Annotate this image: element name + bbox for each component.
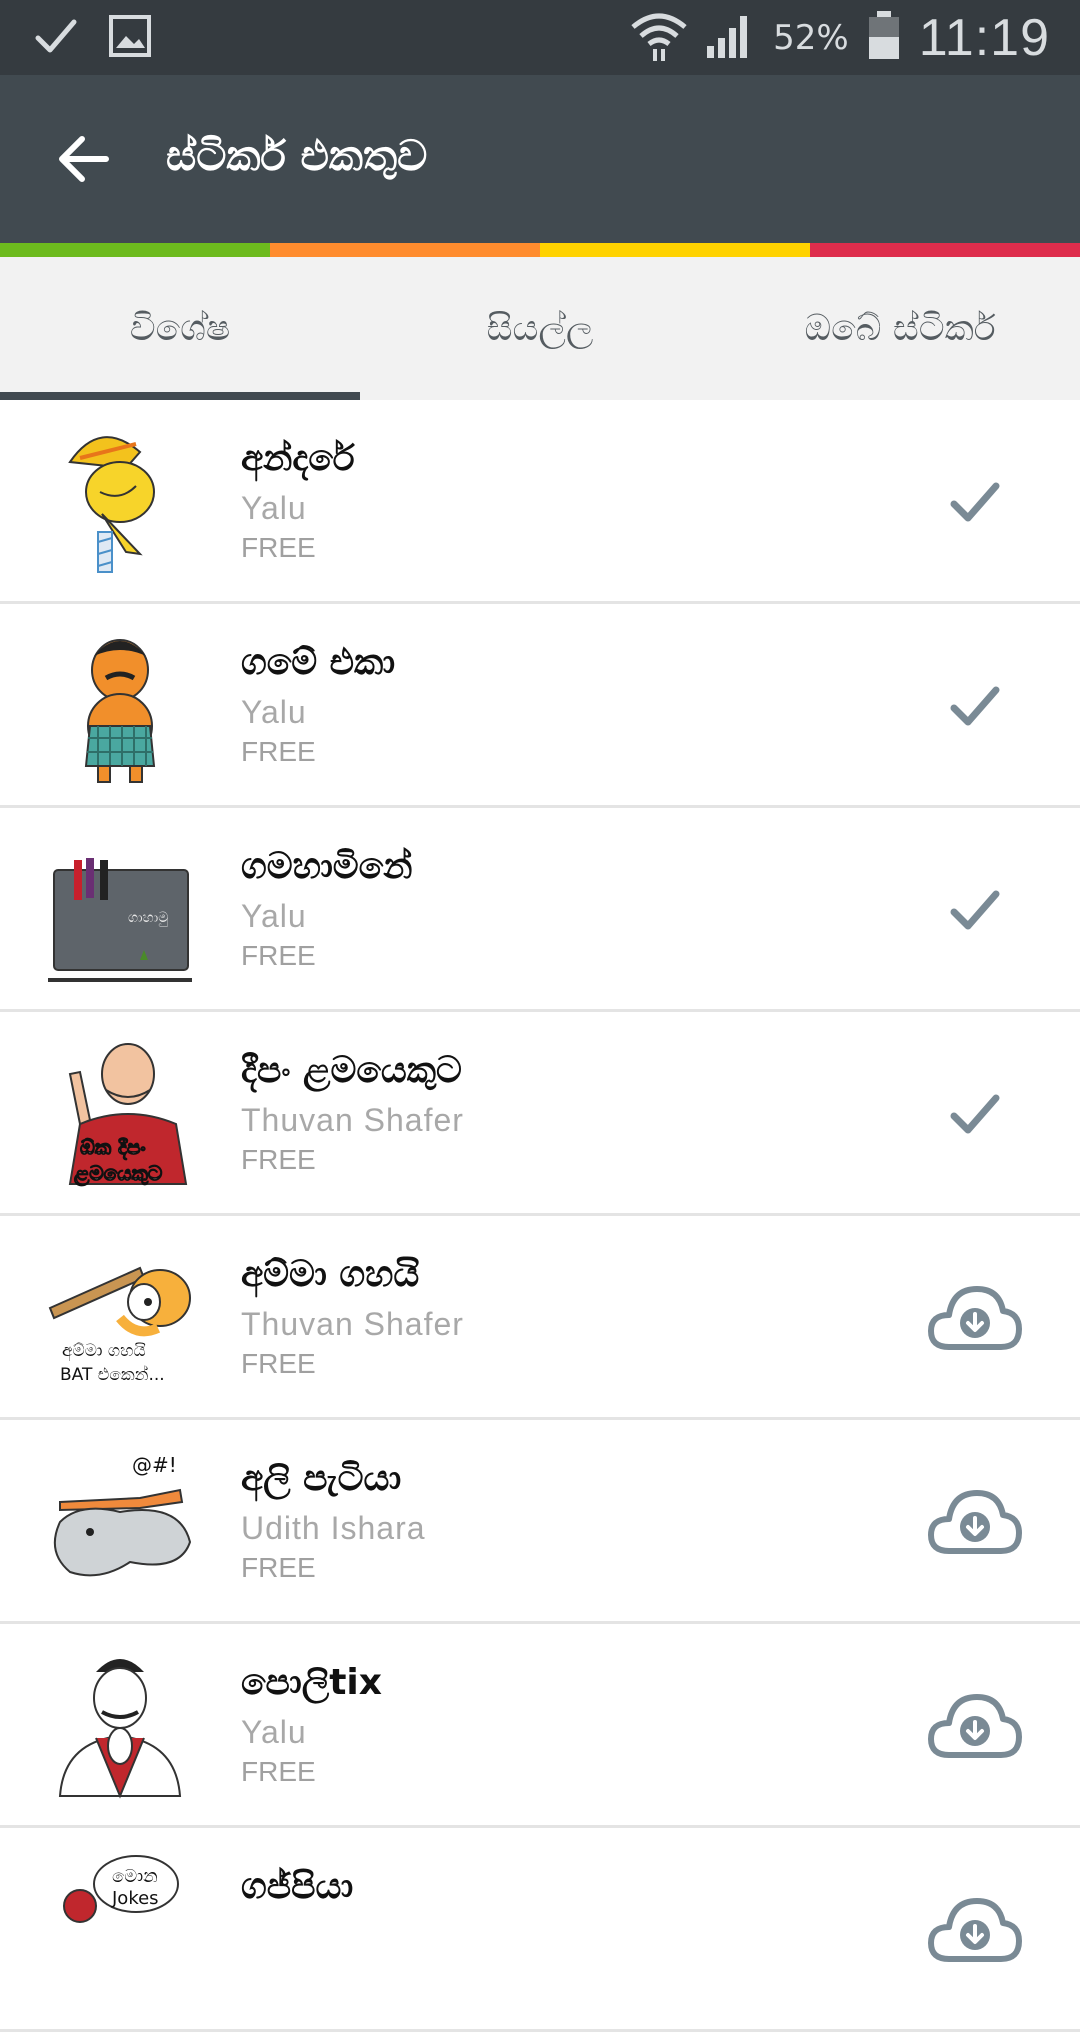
- list-item[interactable]: ඕක දීපං ළමයෙකුට දීපං ළමයෙකුට Thuvan Shaf…: [0, 1012, 1080, 1216]
- list-item[interactable]: ගමේ එකා Yalu FREE: [0, 604, 1080, 808]
- tab-your-stickers[interactable]: ඔබේ ස්ටිකර්: [720, 257, 1080, 400]
- cloud-download-icon: [928, 1286, 1022, 1350]
- signal-icon: [705, 12, 755, 64]
- sticker-caption-line1: අම්මා ගහයි: [62, 1341, 146, 1362]
- sticker-caption-line1: මොන: [112, 1866, 158, 1887]
- download-button[interactable]: [920, 1268, 1030, 1368]
- sticker-caption-line2: ළමයෙකුට: [74, 1161, 162, 1187]
- sticker-price: FREE: [241, 1348, 316, 1379]
- sticker-price: FREE: [241, 940, 316, 971]
- installed-indicator: [920, 860, 1030, 960]
- sticker-caption: @#!: [132, 1453, 177, 1477]
- sticker-name: අලි පැටියා: [241, 1458, 402, 1499]
- sticker-name: ගමේ එකා: [241, 642, 396, 683]
- sticker-thumbnail: [40, 422, 200, 582]
- sticker-author: Thuvan Shafer: [241, 1102, 464, 1138]
- checkmark-icon: [950, 1094, 1000, 1134]
- tab-featured[interactable]: විශේෂ: [0, 257, 360, 400]
- sticker-thumbnail: මොන Jokes: [40, 1850, 200, 2010]
- sticker-author: Yalu: [241, 898, 307, 934]
- battery-percent: 52%: [773, 17, 849, 58]
- sticker-author: Thuvan Shafer: [241, 1306, 464, 1342]
- tab-all[interactable]: සියල්ල: [360, 257, 720, 400]
- checkmark-icon: [950, 890, 1000, 930]
- download-button[interactable]: [920, 1880, 1030, 1980]
- back-button[interactable]: [52, 127, 116, 191]
- cloud-download-icon: [928, 1694, 1022, 1758]
- sticker-price: FREE: [241, 1552, 316, 1583]
- status-bar: 52% 11:19: [0, 0, 1080, 75]
- sticker-caption-line2: BAT එකෙන්...: [60, 1365, 165, 1385]
- sticker-thumbnail: ගාහාමු: [40, 830, 200, 990]
- list-item[interactable]: අන්දරේ Yalu FREE: [0, 400, 1080, 604]
- color-strip-segment-red: [810, 243, 1080, 257]
- tab-bar: විශේෂ සියල්ල ඔබේ ස්ටිකර්: [0, 257, 1080, 400]
- installed-indicator: [920, 1064, 1030, 1164]
- bag-label: ගාහාමු: [128, 910, 168, 927]
- sticker-caption-line2: Jokes: [111, 1888, 159, 1909]
- sticker-thumbnail: [40, 626, 200, 786]
- page-title: ස්ටිකර් එකතුව: [166, 131, 428, 180]
- color-strip-segment-yellow: [540, 243, 810, 257]
- sticker-author: Yalu: [241, 1714, 307, 1750]
- clock: 11:19: [918, 8, 1050, 67]
- sticker-author: Udith Ishara: [241, 1510, 426, 1546]
- sticker-name: පොලිtix: [241, 1662, 382, 1703]
- image-icon: [108, 14, 152, 62]
- sticker-list: අන්දරේ Yalu FREE ගමේ එකා Yalu FREE ගාහාම…: [0, 400, 1080, 2032]
- download-button[interactable]: [920, 1472, 1030, 1572]
- cloud-download-icon: [928, 1490, 1022, 1554]
- color-strip: [0, 243, 1080, 257]
- sticker-author: Yalu: [241, 490, 307, 526]
- sticker-name: ගජ්පියා: [241, 1866, 354, 1907]
- sticker-name: ගමහාමිනේ: [241, 846, 413, 887]
- sticker-name: අන්දරේ: [241, 438, 355, 479]
- sticker-author: Yalu: [241, 694, 307, 730]
- list-item[interactable]: මොන Jokes ගජ්පියා: [0, 1828, 1080, 2032]
- sticker-name: දීපං ළමයෙකුට: [241, 1050, 462, 1091]
- list-item[interactable]: පොලිtix Yalu FREE: [0, 1624, 1080, 1828]
- sticker-price: FREE: [241, 736, 316, 767]
- sticker-thumbnail: [40, 1646, 200, 1806]
- sticker-thumbnail: ඕක දීපං ළමයෙකුට: [40, 1034, 200, 1194]
- sticker-price: FREE: [241, 1756, 316, 1787]
- cloud-download-icon: [928, 1898, 1022, 1962]
- color-strip-segment-green: [0, 243, 270, 257]
- battery-icon: [867, 10, 901, 65]
- list-item[interactable]: @#! අලි පැටියා Udith Ishara FREE: [0, 1420, 1080, 1624]
- installed-indicator: [920, 452, 1030, 552]
- list-item[interactable]: අම්මා ගහයි BAT එකෙන්... අම්මා ගහයි Thuva…: [0, 1216, 1080, 1420]
- installed-indicator: [920, 656, 1030, 756]
- app-bar: ස්ටිකර් එකතුව: [0, 75, 1080, 243]
- back-arrow-icon: [59, 136, 109, 182]
- check-icon: [34, 14, 78, 62]
- checkmark-icon: [950, 686, 1000, 726]
- list-item[interactable]: ගාහාමු ගමහාමිනේ Yalu FREE: [0, 808, 1080, 1012]
- sticker-thumbnail: අම්මා ගහයි BAT එකෙන්...: [40, 1238, 200, 1398]
- wifi-icon: [631, 9, 687, 67]
- sticker-thumbnail: @#!: [40, 1442, 200, 1602]
- checkmark-icon: [950, 482, 1000, 522]
- color-strip-segment-orange: [270, 243, 540, 257]
- sticker-name: අම්මා ගහයි: [241, 1254, 420, 1295]
- sticker-price: FREE: [241, 532, 316, 563]
- sticker-price: FREE: [241, 1144, 316, 1175]
- download-button[interactable]: [920, 1676, 1030, 1776]
- sticker-caption-line1: ඕක දීපං: [80, 1135, 146, 1160]
